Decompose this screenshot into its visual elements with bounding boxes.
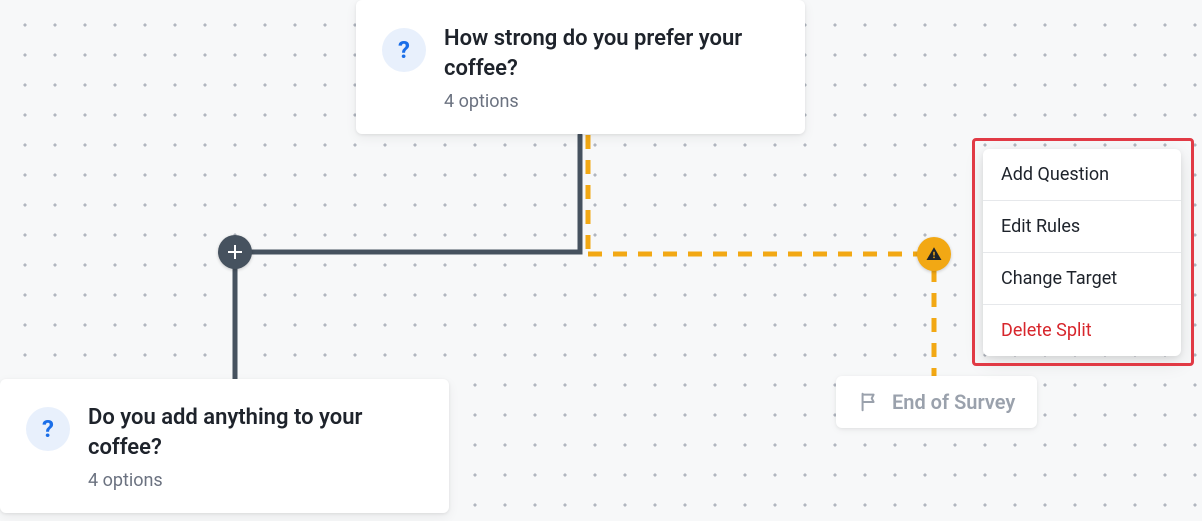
question-meta: 4 options xyxy=(444,91,779,112)
menu-add-question[interactable]: Add Question xyxy=(983,149,1181,201)
menu-edit-rules[interactable]: Edit Rules xyxy=(983,201,1181,253)
question-mark-glyph: ? xyxy=(42,415,54,443)
menu-change-target[interactable]: Change Target xyxy=(983,253,1181,305)
question-card-coffee-strength[interactable]: ? How strong do you prefer your coffee? … xyxy=(356,0,805,134)
add-branch-node[interactable] xyxy=(218,235,252,269)
warning-icon xyxy=(925,245,943,263)
question-mark-glyph: ? xyxy=(398,36,410,64)
question-meta: 4 options xyxy=(88,470,423,491)
warning-node[interactable] xyxy=(917,237,951,271)
flow-canvas[interactable]: ? How strong do you prefer your coffee? … xyxy=(0,0,1202,521)
question-title: How strong do you prefer your coffee? xyxy=(444,24,779,83)
end-of-survey-node[interactable]: End of Survey xyxy=(836,376,1037,428)
question-card-coffee-additions[interactable]: ? Do you add anything to your coffee? 4 … xyxy=(0,379,449,513)
question-title: Do you add anything to your coffee? xyxy=(88,403,423,462)
question-icon: ? xyxy=(26,407,70,451)
menu-delete-split[interactable]: Delete Split xyxy=(983,305,1181,356)
flag-icon xyxy=(858,391,880,413)
end-label: End of Survey xyxy=(892,390,1015,414)
context-menu: Add Question Edit Rules Change Target De… xyxy=(983,149,1181,356)
question-icon: ? xyxy=(382,28,426,72)
